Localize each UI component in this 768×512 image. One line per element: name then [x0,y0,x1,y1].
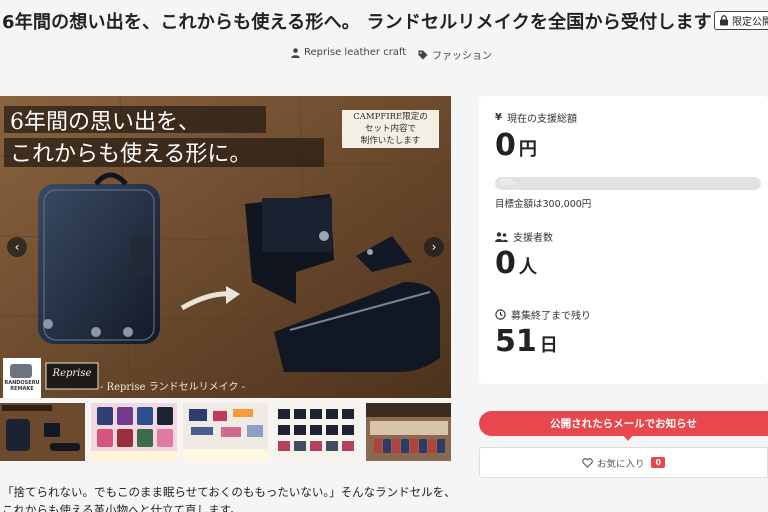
campfire-note-line2: セット内容で [364,124,416,134]
progress-percent: 0% [501,178,514,187]
campfire-note-line3: 制作いたします [360,136,421,146]
notify-button-tail [623,435,633,441]
badge-label: 限定公開 [732,17,768,28]
randoseru-remake-logo: RANDOSERU REMAKE [3,380,41,392]
hero-headline-2: これからも使える形に。 [10,142,252,167]
total-unit: 円 [518,139,537,160]
project-meta: Reprise leather craft ファッション [0,47,768,63]
description-line2: これからも使える革小物へと仕立て直します。 [2,503,242,512]
clock-icon [495,309,506,320]
remaining-value: 51 日 [495,324,558,359]
page-title: 6年間の想い出を、これからも使える形へ。 ランドセルリメイクを全国から受付します [2,12,712,33]
supporters-unit: 人 [518,257,537,278]
supporters-value: 0人 [495,246,537,281]
user-icon [291,47,300,58]
thumbnail-3[interactable] [182,403,269,461]
carousel-next-button[interactable]: › [424,237,444,257]
thumbnail-strip [0,403,452,461]
project-description: 「捨てられない。でもこのまま眠らせておくのももったいない。」そんなランドセルを、… [2,483,462,512]
tag-icon [418,50,428,59]
supporters-label: 支援者数 [495,229,553,244]
thumbnail-1[interactable] [0,403,86,461]
thumbnail-4[interactable] [274,403,360,461]
campfire-note-line1: CAMPFIRE限定の [353,112,428,122]
chevron-right-icon: › [431,240,437,254]
heart-icon [582,457,593,468]
total-amount: 0 [495,128,516,163]
funding-stats-card: ¥ 現在の支援総額 0円 0% 目標金額は300,000円 支援者数 0人 募集… [479,96,768,384]
owner-name: Reprise leather craft [304,47,407,58]
thumbnail-2[interactable] [91,403,177,461]
favorite-label: お気に入り [596,458,645,470]
title-row: 6年間の想い出を、これからも使える形へ。 ランドセルリメイクを全国から受付します… [0,8,768,34]
main-project-image: 6年間の思い出を、 これからも使える形に。 CAMPFIRE限定の セット内容で… [0,96,451,398]
supporters-count: 0 [495,246,516,281]
remaining-days: 51 [495,324,537,359]
campfire-note: CAMPFIRE限定の セット内容で 制作いたします [342,111,439,147]
favorite-button[interactable]: お気に入り 0 [479,447,768,478]
hero-footer-caption: - Reprise ランドセルリメイク - [100,382,245,393]
category-link[interactable]: ファッション [418,47,492,62]
brand-script: Reprise [52,368,92,379]
remaining-label-text: 募集終了まで残り [511,311,591,322]
total-funding-label: ¥ 現在の支援総額 [495,110,577,125]
carousel-prev-button[interactable]: ‹ [7,237,27,257]
randoseru-backpack [38,172,160,344]
remaining-unit: 日 [539,335,558,356]
total-funding-value: 0円 [495,128,537,163]
category-name: ファッション [432,51,492,62]
supporters-label-text: 支援者数 [513,233,553,244]
yen-icon: ¥ [495,112,502,123]
remaining-label: 募集終了まで残り [495,307,591,322]
description-line1: 「捨てられない。でもこのまま眠らせておくのももったいない。」そんなランドセルを、 [2,485,456,499]
hero-headline-1: 6年間の思い出を、 [10,110,200,135]
owner-link[interactable]: Reprise leather craft [291,47,406,58]
thumbnail-5[interactable] [365,403,452,461]
chevron-left-icon: ‹ [14,240,20,254]
users-icon [495,231,508,242]
lock-icon [720,15,728,26]
funding-progress-bar: 0% [495,177,761,190]
logo-text-line2: REMAKE [10,386,34,392]
limited-publication-badge: 限定公開 [714,11,768,30]
total-label-text: 現在の支援総額 [506,114,577,125]
favorite-count-badge: 0 [651,457,666,468]
notify-on-publish-button[interactable]: 公開されたらメールでお知らせ [479,411,768,436]
goal-amount: 目標金額は300,000円 [495,199,592,210]
